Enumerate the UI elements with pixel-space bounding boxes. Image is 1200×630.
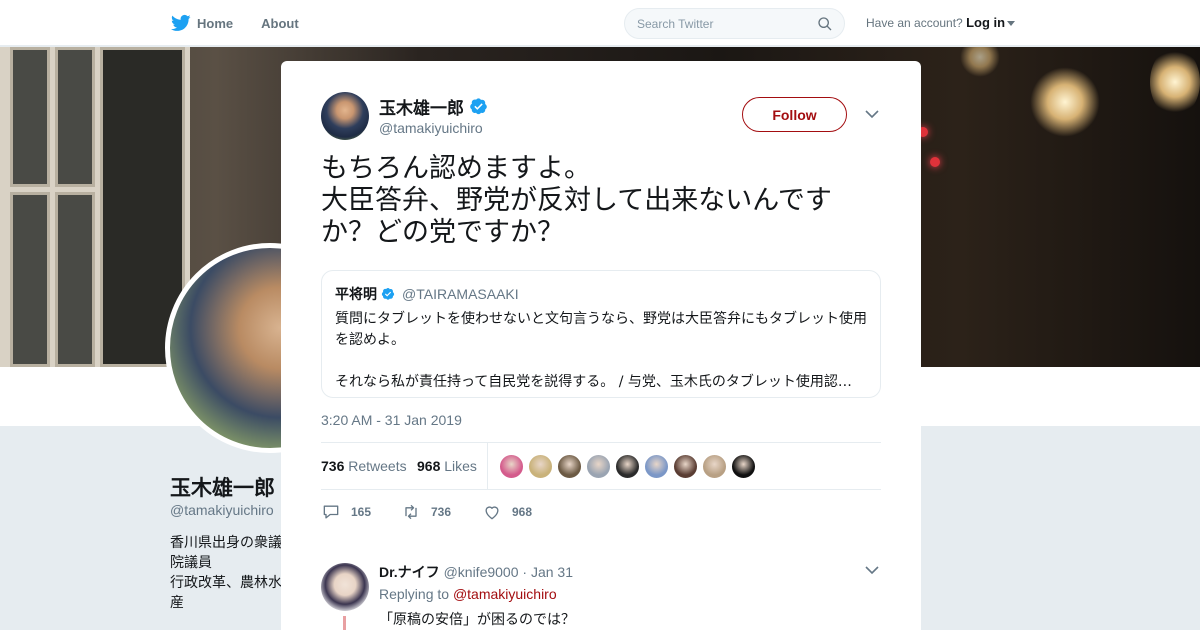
reply-date[interactable]: · Jan 31	[522, 564, 573, 580]
replying-to: Replying to @tamakiyuichiro	[379, 586, 557, 602]
chevron-down-icon[interactable]	[865, 565, 879, 575]
quoted-tweet-header: 平将明 @TAIRAMASAAKI	[335, 284, 867, 304]
quoted-author-name: 平将明	[335, 286, 377, 302]
retweets-label: Retweets	[348, 458, 407, 474]
liker-avatar[interactable]	[615, 454, 640, 479]
reply-author-avatar[interactable]	[321, 563, 369, 611]
nav-left: Home About	[171, 0, 299, 46]
liker-avatar[interactable]	[731, 454, 756, 479]
nav-about[interactable]: About	[261, 16, 299, 31]
chevron-down-icon[interactable]	[865, 109, 879, 119]
account-area: Have an account? Log in	[866, 15, 1016, 30]
liker-avatar[interactable]	[644, 454, 669, 479]
quoted-tweet[interactable]: 平将明 @TAIRAMASAAKI 質問にタブレットを使わせないと文句言うなら、…	[321, 270, 881, 398]
liker-avatar[interactable]	[673, 454, 698, 479]
nav-about-label: About	[261, 15, 299, 31]
login-link[interactable]: Log in	[966, 15, 1005, 30]
search-input[interactable]	[637, 16, 807, 31]
retweets-count: 736	[321, 458, 345, 474]
tweet-modal: 玉木雄一郎 @tamakiyuichiro Follow もちろん認めますよ。 …	[281, 61, 921, 630]
retweet-count: 736	[431, 505, 452, 519]
verified-badge-icon	[470, 98, 487, 115]
banner-window	[0, 47, 190, 367]
background-profile-handle: @tamakiyuichiro	[170, 502, 274, 518]
thread-line	[343, 616, 346, 630]
nav-home-label: Home	[197, 15, 234, 31]
liker-avatar[interactable]	[586, 454, 611, 479]
search-icon[interactable]	[817, 16, 833, 32]
reply-author-name[interactable]: Dr.ナイフ	[379, 564, 440, 580]
replying-prefix: Replying to	[379, 586, 450, 602]
retweets-stat[interactable]: 736 Retweets	[321, 458, 407, 474]
like-action[interactable]: 968	[482, 502, 532, 522]
tweet-text: もちろん認めますよ。 大臣答弁、野党が反対して出来ないんです か？どの党ですか？	[321, 153, 832, 248]
tweet-timestamp[interactable]: 3:20 AM - 31 Jan 2019	[321, 412, 462, 428]
reply-header: Dr.ナイフ @knife9000 · Jan 31	[379, 562, 573, 582]
nav-home[interactable]: Home	[171, 13, 233, 33]
likes-label: Likes	[444, 458, 477, 474]
quoted-tweet-text: 質問にタブレットを使わせないと文句言うなら、野党は大臣答弁にもタブレット使用を認…	[335, 311, 867, 390]
likes-stat[interactable]: 968 Likes	[417, 458, 477, 474]
top-nav: Home About Have an account? Log in	[0, 0, 1200, 46]
caret-down-icon[interactable]	[1007, 21, 1016, 27]
twitter-bird-icon	[171, 14, 191, 31]
tweet-actions: 165 736 968	[321, 502, 881, 522]
follow-button[interactable]: Follow	[742, 97, 847, 132]
liker-avatar[interactable]	[499, 454, 524, 479]
reply-icon	[323, 505, 339, 519]
replying-to-handle[interactable]: @tamakiyuichiro	[453, 586, 557, 602]
search-box	[624, 8, 845, 39]
author-avatar[interactable]	[321, 92, 369, 140]
liker-avatar[interactable]	[528, 454, 553, 479]
reply-author-handle[interactable]: @knife9000	[444, 564, 519, 580]
like-count: 968	[512, 505, 533, 519]
tweet-stats: 736 Retweets 968 Likes	[321, 442, 881, 490]
verified-badge-icon	[381, 287, 395, 300]
author-handle[interactable]: @tamakiyuichiro	[379, 120, 483, 136]
quoted-author-handle: @TAIRAMASAAKI	[402, 286, 519, 302]
reply-count: 165	[351, 505, 372, 519]
background-profile-bio: 香川県出身の衆議院議員 行政改革、農林水産 はカラオケ。さぬ 食が好物。	[170, 534, 282, 610]
reply-action[interactable]: 165	[321, 502, 371, 522]
stats-divider	[487, 443, 488, 489]
liker-avatar[interactable]	[702, 454, 727, 479]
liker-avatar[interactable]	[557, 454, 582, 479]
retweet-action[interactable]: 736	[401, 502, 451, 522]
likes-count: 968	[417, 458, 441, 474]
reply-text: 「原稿の安倍」が困るのでは？	[379, 612, 575, 628]
author-name: 玉木雄一郎	[379, 99, 464, 118]
have-account-text: Have an account?	[866, 16, 963, 30]
close-icon[interactable]	[1154, 12, 1178, 36]
background-profile-name: 玉木雄一郎	[170, 477, 275, 500]
heart-icon	[485, 506, 499, 520]
retweet-icon	[405, 504, 417, 520]
author-name-row[interactable]: 玉木雄一郎	[379, 94, 488, 119]
